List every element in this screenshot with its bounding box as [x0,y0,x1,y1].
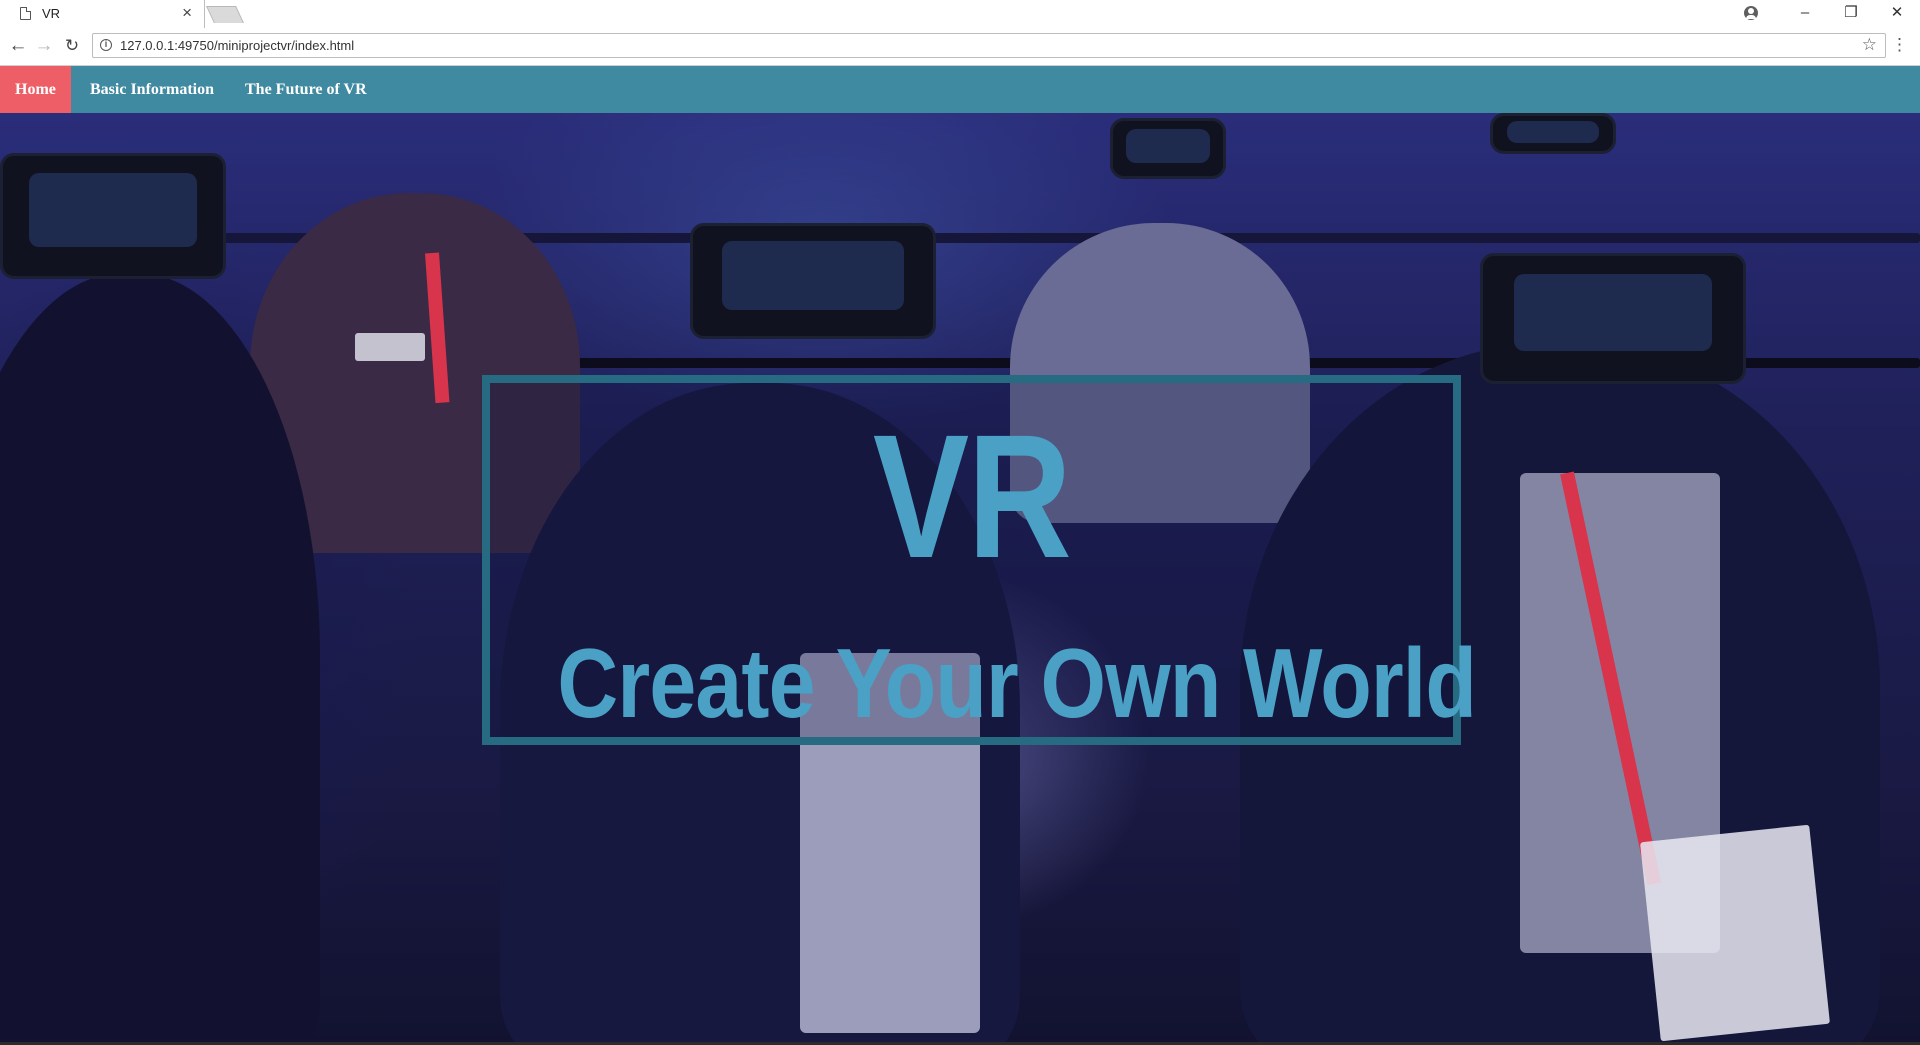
vr-headset [0,153,226,279]
conference-badge [1640,824,1830,1042]
nav-item-basic-information[interactable]: Basic Information [75,66,229,113]
back-icon[interactable]: ← [6,34,30,58]
hero-section: VR Create Your Own World [0,113,1920,1045]
window-close-button[interactable]: ✕ [1874,0,1920,28]
vr-headset [1480,253,1746,384]
page: Home Basic Information The Future of VR … [0,66,1920,1045]
forward-icon[interactable]: → [32,34,56,58]
hero-title-box: VR Create Your Own World [482,375,1477,745]
restore-button[interactable]: ❐ [1828,0,1874,28]
address-bar[interactable]: i 127.0.0.1:49750/miniprojectvr/index.ht… [92,33,1886,58]
nav-item-home[interactable]: Home [0,66,71,113]
site-navbar: Home Basic Information The Future of VR [0,66,1920,113]
info-icon[interactable]: i [100,39,112,51]
address-url[interactable]: 127.0.0.1:49750/miniprojectvr/index.html [120,38,354,53]
hero-subtitle: Create Your Own World [557,628,1476,738]
new-tab-button[interactable] [206,6,244,23]
hero-title: VR [872,399,1072,595]
tab-close-icon[interactable]: × [182,3,192,23]
background-rail [0,233,1920,243]
profile-icon[interactable] [1744,6,1758,20]
nav-item-future-of-vr[interactable]: The Future of VR [230,66,382,113]
vr-headset [690,223,936,339]
star-icon[interactable]: ☆ [1862,35,1877,55]
vr-headset [1490,113,1616,154]
minimize-button[interactable]: – [1782,0,1828,28]
conference-badge [355,333,425,361]
browser-tab-active[interactable]: VR × [0,0,205,28]
browser-toolbar: ← → ↻ i 127.0.0.1:49750/miniprojectvr/in… [0,28,1920,66]
vr-headset [1110,118,1226,179]
reload-icon[interactable]: ↻ [60,34,84,58]
tab-title: VR [42,6,61,21]
browser-tabstrip: VR × – ❐ ✕ [0,0,1920,29]
page-icon [20,7,31,20]
menu-icon[interactable]: ⋮ [1891,36,1908,54]
